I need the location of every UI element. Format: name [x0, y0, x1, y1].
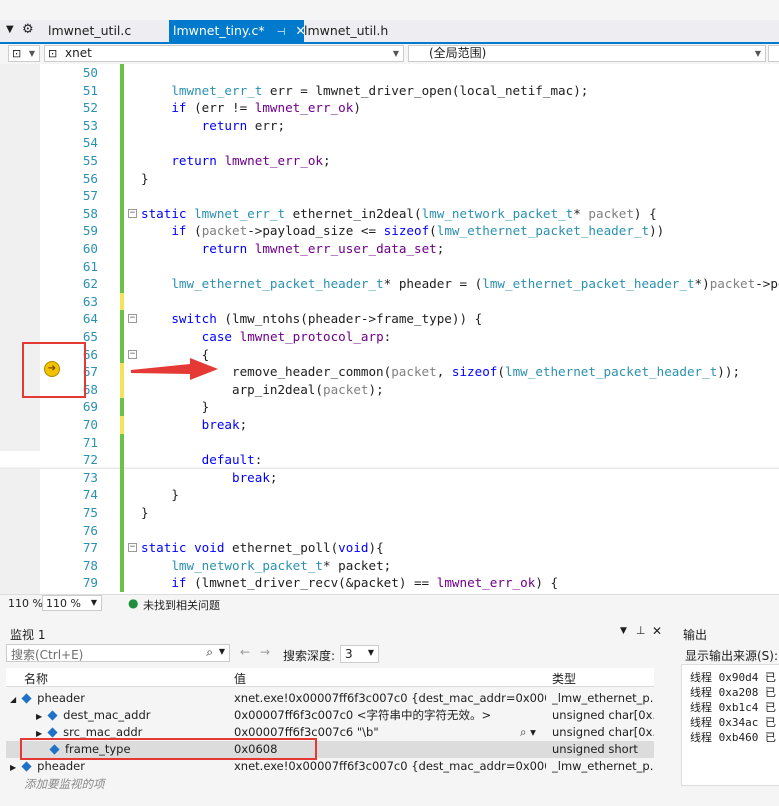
code-editor[interactable]: 50 51 lmwnet_err_t err = lmwnet_driver_op…: [0, 64, 779, 594]
tab-dropdown-icon[interactable]: ▼: [6, 24, 14, 35]
scope-name: (全局范围): [429, 46, 487, 60]
watch-type: _lmw_ethernet_p...: [552, 691, 654, 705]
panel-menu-icon[interactable]: ▼: [620, 626, 627, 636]
annotation-box-frame-type: [20, 738, 317, 760]
back-arrow-icon[interactable]: ←: [240, 645, 250, 659]
tab-label: lmwnet_tiny.c*: [173, 23, 265, 38]
scope-dropdown[interactable]: (全局范围) ▼: [408, 45, 766, 62]
tab-lmwnet-util-c[interactable]: lmwnet_util.c: [44, 20, 135, 42]
annotation-layer: [131, 358, 218, 380]
output-panel-title: 输出: [683, 628, 708, 642]
watch-name-cell: ▶ dest_mac_addr: [36, 707, 226, 724]
output-line: 线程 0x90d4 已: [690, 671, 776, 684]
watch-panel: 监视 1 ▼ ⊥ ✕ 搜索(Ctrl+E) ⌕ ▼ ← → 搜索深度: 3 ▼ …: [0, 618, 670, 806]
chevron-down-icon: ▼: [754, 49, 761, 58]
output-panel: 输出 显示输出来源(S): 线程 0x90d4 已线程 0xa208 已线程 0…: [677, 618, 779, 806]
output-line: 线程 0xb1c4 已: [690, 701, 776, 714]
expand-icon[interactable]: ▶: [36, 712, 42, 721]
watch-name-cell: ▶ pheader: [10, 758, 226, 775]
editor-status-bar: 110 % 110 % ▼ ● 未找到相关问题: [0, 594, 779, 613]
annotation-arrow-icon: [131, 358, 218, 380]
issues-status[interactable]: 未找到相关问题: [143, 597, 220, 613]
watch-value[interactable]: xnet.exe!0x00007ff6f3c007c0 {dest_mac_ad…: [234, 758, 546, 775]
output-source-label: 显示输出来源(S):: [685, 649, 779, 663]
column-header-name[interactable]: 名称: [24, 670, 48, 687]
watch-value[interactable]: 0x00007ff6f3c007c0 <字符串中的字符无效。>: [234, 707, 546, 724]
visualizer-icon[interactable]: ⌕ ▾: [520, 724, 536, 741]
chevron-down-icon: ▼: [392, 49, 399, 58]
tab-label: lmwnet_util.c: [48, 23, 132, 38]
close-icon[interactable]: ✕: [652, 624, 662, 638]
watch-type: _lmw_ethernet_p...: [552, 759, 654, 773]
watch-row[interactable]: ▶ dest_mac_addr 0x00007ff6f3c007c0 <字符串中的字…: [6, 707, 654, 724]
chevron-down-icon: ▼: [28, 49, 35, 58]
search-depth-dropdown[interactable]: 3 ▼: [340, 645, 379, 663]
navigation-bar: ⊡ ▼ ⊡ xnet ▼ (全局范围) ▼: [0, 44, 779, 65]
add-watch-hint[interactable]: 添加要监视的项: [24, 776, 105, 792]
watch-name-cell: ◢ pheader: [10, 690, 226, 707]
tab-label: lmwnet_util.h: [304, 23, 389, 38]
variable-icon: [21, 761, 32, 772]
output-text[interactable]: 线程 0x90d4 已线程 0xa208 已线程 0xb1c4 已线程 0x34…: [681, 664, 779, 786]
expand-icon[interactable]: ▶: [36, 729, 42, 738]
watch-name: pheader: [37, 759, 85, 773]
project-name: xnet: [65, 46, 92, 60]
watch-name: dest_mac_addr: [63, 708, 151, 722]
member-dropdown[interactable]: [768, 45, 779, 62]
check-circle-icon: ●: [128, 596, 139, 610]
search-depth-label: 搜索深度:: [283, 649, 336, 663]
forward-arrow-icon[interactable]: →: [260, 645, 270, 659]
zoom-value: 110 %: [46, 597, 81, 610]
watch-type: unsigned short: [552, 742, 638, 756]
watch-value[interactable]: xnet.exe!0x00007ff6f3c007c0 {dest_mac_ad…: [234, 690, 546, 707]
chevron-down-icon: ▼: [90, 598, 97, 607]
watch-row[interactable]: ▶ pheader xnet.exe!0x00007ff6f3c007c0 {des…: [6, 758, 654, 775]
variable-icon: [21, 693, 32, 704]
file-scope-dropdown[interactable]: ⊡ ▼: [8, 45, 40, 62]
chevron-down-icon[interactable]: ▼: [219, 647, 225, 656]
chevron-down-icon: ▼: [367, 648, 374, 657]
variable-icon: [47, 710, 58, 721]
pin-icon[interactable]: ⊥: [636, 624, 646, 637]
document-tab-strip: ▼ ⚙ lmwnet_util.c lmwnet_tiny.c* ⊣ ✕ lmw…: [0, 20, 779, 42]
output-line: 线程 0x34ac 已: [690, 716, 776, 729]
column-header-value[interactable]: 值: [234, 670, 246, 687]
watch-name: src_mac_addr: [63, 725, 143, 739]
gear-icon[interactable]: ⚙: [22, 22, 34, 37]
search-placeholder: 搜索(Ctrl+E): [11, 648, 84, 662]
search-icon[interactable]: ⌕: [206, 645, 213, 660]
project-icon: ⊡: [48, 47, 58, 60]
watch-column-headers: 名称 值 类型: [6, 668, 654, 687]
watch-type: unsigned char[0x...: [552, 725, 654, 739]
annotation-box-breakpoint: [22, 342, 86, 398]
tab-lmwnet-tiny-c[interactable]: lmwnet_tiny.c* ⊣ ✕: [169, 20, 306, 42]
output-line: 线程 0xa208 已: [690, 686, 776, 699]
project-dropdown[interactable]: ⊡ xnet ▼: [44, 45, 404, 62]
watch-type: unsigned char[0x...: [552, 708, 654, 722]
search-depth-value: 3: [345, 647, 353, 661]
watch-search-input[interactable]: 搜索(Ctrl+E) ⌕ ▼: [6, 644, 230, 662]
zoom-level-label: 110 %: [8, 597, 43, 610]
expand-icon[interactable]: ▶: [10, 763, 16, 772]
output-line: 线程 0xb460 已: [690, 731, 776, 744]
pin-icon[interactable]: ⊣: [277, 27, 286, 38]
tab-lmwnet-util-h[interactable]: lmwnet_util.h: [300, 20, 392, 42]
zoom-dropdown[interactable]: 110 % ▼: [42, 595, 102, 611]
column-header-type[interactable]: 类型: [552, 670, 576, 687]
watch-name: pheader: [37, 691, 85, 705]
watch-row[interactable]: ◢ pheader xnet.exe!0x00007ff6f3c007c0 {des…: [6, 690, 654, 707]
collapse-icon[interactable]: ◢: [10, 695, 16, 704]
solution-icon: ⊡: [12, 47, 22, 60]
watch-panel-title: 监视 1: [10, 628, 46, 642]
variable-icon: [47, 727, 58, 738]
